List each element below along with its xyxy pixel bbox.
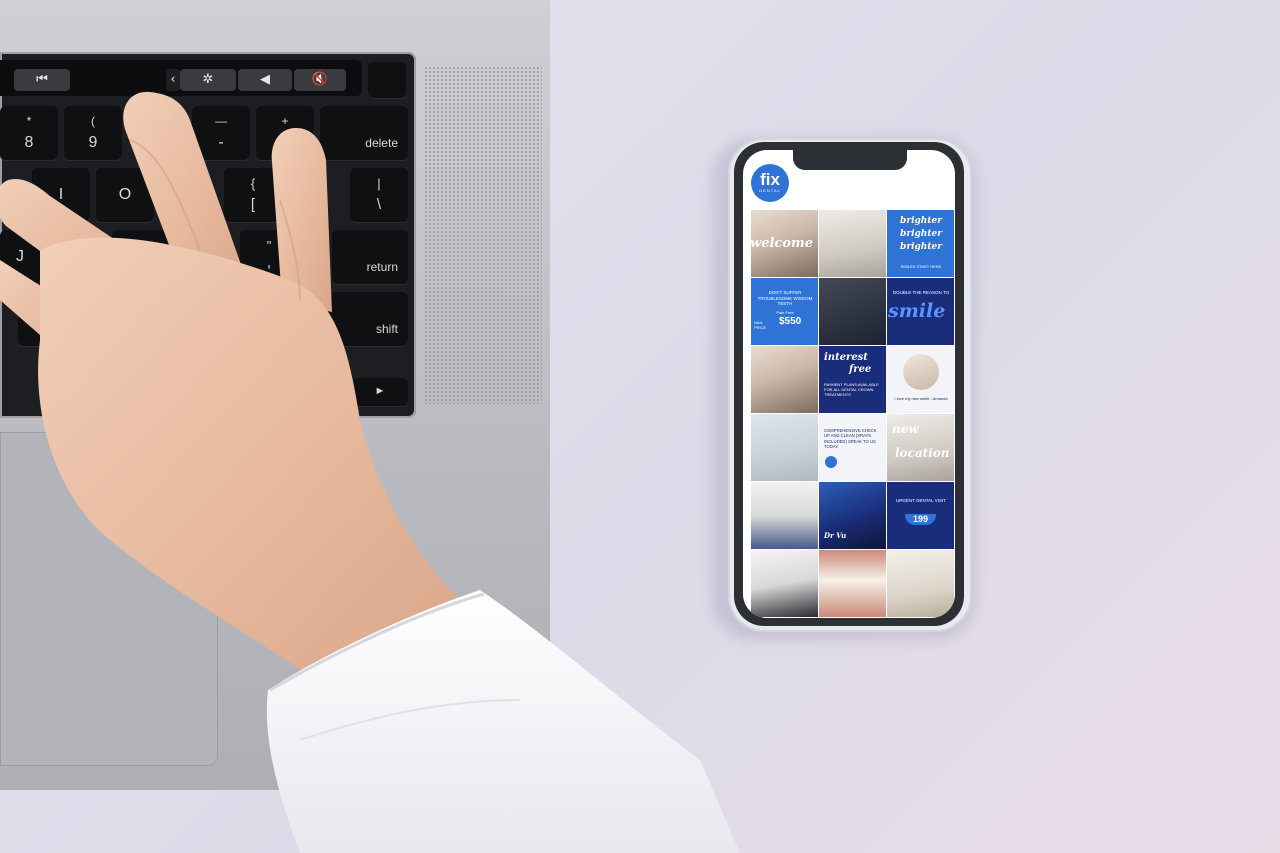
post-new-location[interactable]: new location xyxy=(887,414,954,481)
brand-logo[interactable]: fix DENTAL xyxy=(751,164,789,202)
post-clinic-hallway[interactable] xyxy=(751,482,818,549)
phone-bezel: fix DENTAL welcome brighter brighter bri… xyxy=(734,142,964,626)
post-smile-text: smile xyxy=(888,300,946,322)
post-payment-text: PAYMENT PLANS AVAILABLE FOR ALL DENTAL C… xyxy=(824,382,879,397)
post-brighter-line-3: brighter xyxy=(900,242,942,252)
post-grid: welcome brighter brighter brighter SMILE… xyxy=(751,210,955,618)
post-reception[interactable] xyxy=(887,550,954,617)
post-interest-text: interest xyxy=(824,352,868,363)
post-smile-intro: DOUBLE THE REASON TO xyxy=(892,290,950,295)
hand-illustration xyxy=(0,91,740,853)
post-dr-vu[interactable]: Dr Vu xyxy=(819,482,886,549)
post-comprehensive[interactable]: COMPREHENSIVE CHECK UP AND CLEAN (XRAYS … xyxy=(819,414,886,481)
post-smile-closeup[interactable] xyxy=(819,550,886,617)
post-wisdom-price: $550 xyxy=(779,316,802,327)
post-new-text: new xyxy=(892,422,919,436)
post-smile[interactable]: DOUBLE THE REASON TO smile xyxy=(887,278,954,345)
post-brighter-line-2: brighter xyxy=(900,229,942,239)
phone-screen[interactable]: fix DENTAL welcome brighter brighter bri… xyxy=(743,150,955,618)
post-interest-free[interactable]: interest free PAYMENT PLANS AVAILABLE FO… xyxy=(819,346,886,413)
post-location-text: location xyxy=(895,446,950,460)
post-brighter-line-1: brighter xyxy=(900,216,942,226)
post-beach-portrait[interactable] xyxy=(751,414,818,481)
palm xyxy=(38,237,460,690)
post-treatment-room[interactable] xyxy=(751,550,818,617)
post-brighter[interactable]: brighter brighter brighter SMILES START … xyxy=(887,210,954,277)
post-portrait[interactable] xyxy=(751,346,818,413)
post-testimonial[interactable]: I love my new smile - Amanda xyxy=(887,346,954,413)
post-urgent-text: URGENT DENTAL VISIT xyxy=(896,498,946,503)
post-testimonial-avatar xyxy=(903,354,939,390)
post-urgent[interactable]: URGENT DENTAL VISIT 199 xyxy=(887,482,954,549)
post-team-photo[interactable] xyxy=(819,278,886,345)
post-comprehensive-text: COMPREHENSIVE CHECK UP AND CLEAN (XRAYS … xyxy=(824,428,877,449)
post-wisdom-text: DON'T SUFFER TROUBLESOME WISDOM TEETH xyxy=(757,290,813,307)
post-wisdom-label: Pain Free xyxy=(776,310,794,315)
post-testimonial-text: I love my new smile - Amanda xyxy=(894,396,948,401)
post-comprehensive-logo xyxy=(825,456,837,468)
post-drvu-text: Dr Vu xyxy=(824,531,847,540)
phone: fix DENTAL welcome brighter brighter bri… xyxy=(728,138,972,632)
post-wisdom-price-prefix: NAIL PRICE xyxy=(754,320,767,330)
brand-logo-text: fix xyxy=(760,170,780,189)
post-clinic-interior[interactable] xyxy=(819,210,886,277)
post-wisdom-teeth[interactable]: DON'T SUFFER TROUBLESOME WISDOM TEETH Pa… xyxy=(751,278,818,345)
phone-notch xyxy=(793,150,907,170)
post-welcome[interactable]: welcome xyxy=(751,210,818,277)
post-brighter-caption: SMILES START HERE xyxy=(900,264,942,269)
post-urgent-price: 199 xyxy=(905,514,936,526)
brand-logo-sub: DENTAL xyxy=(759,188,781,193)
post-free-text: free xyxy=(849,364,872,375)
post-welcome-text: welcome xyxy=(751,236,814,251)
